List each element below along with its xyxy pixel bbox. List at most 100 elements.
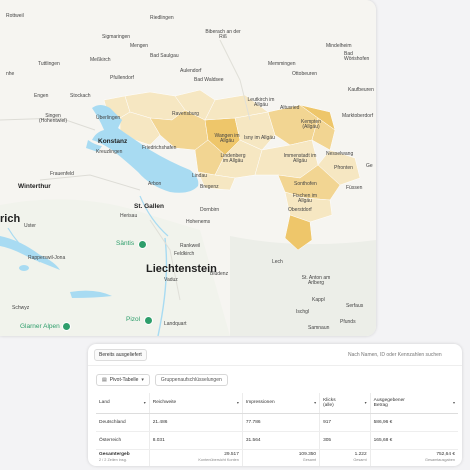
place-label: Ge xyxy=(366,163,373,169)
results-panel: Bereits ausgeliefert ▤ Pivot-Tabelle ▾ G… xyxy=(88,344,462,466)
place-label: Fischen im Allgäu xyxy=(292,193,318,204)
place-label: Füssen xyxy=(346,185,363,191)
sort-caret-icon[interactable]: ▾ xyxy=(144,400,146,405)
place-label: Arbon xyxy=(148,181,162,187)
place-label: Aulendorf xyxy=(180,68,202,74)
cell-impressions: 77.786 xyxy=(242,413,321,432)
place-label: nhe xyxy=(6,71,15,77)
place-label: Bad Saulgau xyxy=(150,53,179,59)
place-label: Pfunds xyxy=(340,319,356,325)
place-label: Glarner Alpen xyxy=(20,323,60,330)
place-label: Kempten (Allgäu) xyxy=(300,119,321,130)
cell-clicks: 917 xyxy=(319,413,371,432)
place-label: Ischgl xyxy=(296,309,310,315)
place-label: Stockach xyxy=(70,93,91,99)
column-header-clicks[interactable]: Klicks (alle) ▾ xyxy=(319,393,371,414)
place-label: Hohenems xyxy=(186,219,211,225)
total-clicks: 1.222 xyxy=(354,451,367,457)
place-label: Bad Wörishofen xyxy=(344,51,370,62)
total-title: Gesamtergeb xyxy=(99,451,130,457)
sort-caret-icon[interactable]: ▾ xyxy=(314,400,316,405)
cell-clicks: 305 xyxy=(319,431,371,450)
place-label: Rottweil xyxy=(6,13,24,19)
saentis-pin[interactable] xyxy=(138,240,147,249)
place-label: Serfaus xyxy=(346,303,364,309)
place-label: Wangen im Allgäu xyxy=(214,133,240,144)
column-header-reach[interactable]: Reichweite ▾ xyxy=(149,393,243,414)
place-label: Altusried xyxy=(280,105,300,111)
table-row[interactable]: Österreich 8.031 31.564 305 165,68 € xyxy=(96,431,458,450)
place-label: Riedlingen xyxy=(150,15,174,21)
place-label: Tuttlingen xyxy=(38,61,60,67)
chevron-down-icon: ▾ xyxy=(141,377,144,383)
place-label: Liechtenstein xyxy=(146,263,217,275)
place-label: Uster xyxy=(24,223,36,229)
pizol-pin[interactable] xyxy=(144,316,153,325)
place-label: Frauenfeld xyxy=(50,171,74,177)
column-header-amount[interactable]: Ausgegebener Betrag ▾ xyxy=(370,393,458,414)
place-label: Bludenz xyxy=(210,271,229,277)
place-label: Pizol xyxy=(126,316,141,323)
place-label: Biberach an der Riß xyxy=(205,29,241,40)
cell-impressions: 31.564 xyxy=(242,431,321,450)
table-header-row: Land ▾ Reichweite ▾ Impressionen ▾ Klicks (… xyxy=(96,393,458,414)
sort-caret-icon[interactable]: ▾ xyxy=(365,400,367,405)
place-label: Winterthur xyxy=(18,183,51,190)
place-label: St. Anton am Arlberg xyxy=(301,275,331,286)
place-label: Friedrichshafen xyxy=(142,145,177,151)
place-label: Dornbirn xyxy=(200,207,220,213)
place-label: Memmingen xyxy=(268,61,296,67)
column-header-land[interactable]: Land ▾ xyxy=(96,393,150,414)
place-label: Lindau xyxy=(192,173,208,179)
place-label: Vaduz xyxy=(164,277,178,283)
place-label: Mindelheim xyxy=(326,43,352,49)
place-label: Rankweil xyxy=(180,243,201,249)
total-amount-sub: Gesamtausgaben xyxy=(425,457,455,462)
total-reach-cell: 29.517 Kontenübersicht Konten xyxy=(149,449,243,466)
search-input[interactable] xyxy=(346,350,456,359)
map-view[interactable]: Rottweil Riedlingen Biberach an der Riß … xyxy=(0,0,376,336)
glarner-alpen-pin[interactable] xyxy=(62,322,71,331)
table-row[interactable]: Deutschland 21.486 77.786 917 586,96 € xyxy=(96,413,458,432)
place-label: Kreuzlingen xyxy=(96,149,123,155)
place-label: Ravensburg xyxy=(172,111,199,117)
place-label: rich xyxy=(0,213,21,225)
group-breakdown-button[interactable]: Gruppenaufschlüsselungen xyxy=(154,374,228,386)
delivered-filter-chip[interactable]: Bereits ausgeliefert xyxy=(94,348,147,361)
cell-reach: 21.486 xyxy=(149,413,243,432)
pivot-label: Pivot-Tabelle xyxy=(109,377,139,383)
sort-caret-icon[interactable]: ▾ xyxy=(237,400,239,405)
place-label: Marktoberdorf xyxy=(342,113,374,119)
pivot-table-dropdown[interactable]: ▤ Pivot-Tabelle ▾ xyxy=(96,374,150,386)
total-label-cell: Gesamtergeb 2 / 2 Zeilen insg. xyxy=(96,449,150,466)
sort-caret-icon[interactable]: ▾ xyxy=(453,400,455,405)
total-clicks-cell: 1.222 Gesamt xyxy=(319,449,371,466)
place-label: Bregenz xyxy=(200,184,219,190)
place-label: Oberstdorf xyxy=(288,207,312,213)
place-label: Sonthofen xyxy=(294,181,317,187)
total-amount: 752,64 € xyxy=(436,451,455,457)
table-toolbar: ▤ Pivot-Tabelle ▾ Gruppenaufschlüsselung… xyxy=(88,371,462,389)
table-total-row: Gesamtergeb 2 / 2 Zeilen insg. 29.517 Ko… xyxy=(96,449,458,466)
place-label: Landquart xyxy=(164,321,187,327)
place-label: Isny im Allgäu xyxy=(244,135,275,141)
cell-amount: 165,68 € xyxy=(370,431,458,450)
place-label: Herisau xyxy=(120,213,138,219)
place-label: Engen xyxy=(34,93,49,99)
place-label: Ottobeuren xyxy=(292,71,318,77)
cell-amount: 586,96 € xyxy=(370,413,458,432)
total-impressions-sub: Gesamt xyxy=(302,457,317,462)
total-reach: 29.517 xyxy=(224,451,239,457)
place-label: Nesselwang xyxy=(326,151,354,157)
table-icon: ▤ xyxy=(102,377,107,383)
cell-reach: 8.031 xyxy=(149,431,243,450)
place-label: Samnaun xyxy=(308,325,330,331)
column-header-impressions[interactable]: Impressionen ▾ xyxy=(242,393,321,414)
place-label: Lindenberg im Allgäu xyxy=(220,153,246,164)
place-label: St. Gallen xyxy=(134,203,164,210)
place-label: Sigmaringen xyxy=(102,34,131,40)
panel-header: Bereits ausgeliefert xyxy=(88,344,462,366)
place-label: Singen (Hohentwiel) xyxy=(38,113,68,124)
place-label: Säntis xyxy=(116,240,135,247)
place-label: Meßkirch xyxy=(90,57,111,63)
